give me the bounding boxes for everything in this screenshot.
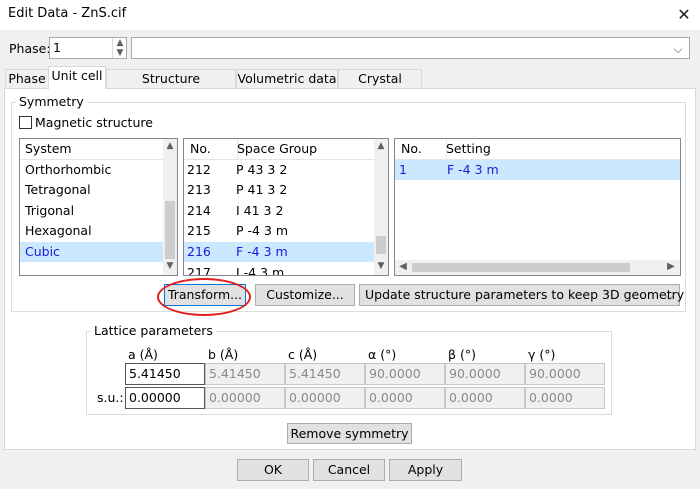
space-group-row[interactable]: 212 P 43 3 2 xyxy=(184,160,374,180)
tab-unit-cell[interactable]: Unit cell xyxy=(48,66,106,89)
su-a-input[interactable]: 0.00000 xyxy=(125,387,205,409)
scroll-left-icon[interactable]: ◀ xyxy=(397,261,409,272)
su-label: s.u.: xyxy=(97,390,124,405)
scroll-right-icon[interactable]: ▶ xyxy=(665,261,677,272)
phase-spinner[interactable]: 1 ▲ ▼ xyxy=(49,37,127,59)
customize-button[interactable]: Customize... xyxy=(255,284,355,306)
space-group-row[interactable]: 214 I 41 3 2 xyxy=(184,201,374,221)
lattice-gamma-field: 90.0000 xyxy=(525,363,605,385)
system-item[interactable]: Hexagonal xyxy=(20,221,168,241)
system-item[interactable]: Orthorhombic xyxy=(20,160,168,180)
spin-up-icon[interactable]: ▲ xyxy=(113,38,127,48)
setting-h-scrollbar[interactable]: ◀ ▶ xyxy=(395,260,680,275)
su-beta-field: 0.0000 xyxy=(445,387,525,409)
lattice-alpha-field: 90.0000 xyxy=(365,363,445,385)
sg-no-header[interactable]: No. xyxy=(184,139,238,160)
chevron-down-icon: ⌵ xyxy=(673,42,683,56)
su-b-field: 0.00000 xyxy=(205,387,285,409)
setting-name-header[interactable]: Setting xyxy=(440,139,680,160)
system-scrollbar[interactable]: ▲ ▼ xyxy=(163,139,177,275)
space-group-scrollbar[interactable]: ▲ ▼ xyxy=(374,139,388,275)
space-group-row[interactable]: 213 P 41 3 2 xyxy=(184,180,374,200)
window-title: Edit Data - ZnS.cif xyxy=(8,6,127,21)
space-group-row-selected[interactable]: 216 F -4 3 m xyxy=(184,242,374,262)
lattice-header-alpha: α (°) xyxy=(368,347,397,362)
scroll-up-icon[interactable]: ▲ xyxy=(374,141,388,151)
system-item[interactable]: Trigonal xyxy=(20,201,168,221)
update-mode-select[interactable]: Update structure parameters to keep 3D g… xyxy=(359,284,684,306)
system-list[interactable]: System Orthorhombic Tetragonal Trigonal … xyxy=(19,138,178,276)
setting-list[interactable]: No. Setting 1F -4 3 m ◀ ▶ xyxy=(394,138,681,276)
su-alpha-field: 0.0000 xyxy=(365,387,445,409)
tab-volumetric-data[interactable]: Volumetric data xyxy=(236,69,338,89)
lattice-b-field: 5.41450 xyxy=(205,363,285,385)
su-gamma-field: 0.0000 xyxy=(525,387,605,409)
scroll-thumb[interactable] xyxy=(412,263,630,272)
lattice-header-c: c (Å) xyxy=(288,347,318,362)
chevron-down-icon: ⌵ xyxy=(664,289,674,303)
space-group-list[interactable]: No. Space Group 212 P 43 3 2 213 P 41 3 2 … xyxy=(183,138,389,276)
setting-row-selected[interactable]: 1F -4 3 m xyxy=(395,160,680,180)
lattice-header-gamma: γ (°) xyxy=(528,347,556,362)
phase-label: Phase: xyxy=(9,41,51,56)
scroll-up-icon[interactable]: ▲ xyxy=(163,141,177,151)
sg-name-header[interactable]: Space Group xyxy=(231,139,381,160)
cancel-button[interactable]: Cancel xyxy=(313,459,385,481)
tab-phase[interactable]: Phase xyxy=(5,69,49,89)
phase-value: 1 xyxy=(53,40,61,55)
system-column-header[interactable]: System xyxy=(20,139,169,160)
lattice-header-beta: β (°) xyxy=(448,347,476,362)
magnetic-structure-label: Magnetic structure xyxy=(35,115,153,130)
lattice-header-b: b (Å) xyxy=(208,347,239,362)
su-c-field: 0.00000 xyxy=(285,387,365,409)
lattice-a-input[interactable]: 5.41450 xyxy=(125,363,205,385)
space-group-row[interactable]: 217 I -4 3 m xyxy=(184,263,374,275)
magnetic-structure-checkbox[interactable] xyxy=(19,116,32,129)
apply-button[interactable]: Apply xyxy=(389,459,462,481)
annotation-circle xyxy=(157,278,251,316)
scroll-down-icon[interactable]: ▼ xyxy=(374,261,388,271)
lattice-group-label: Lattice parameters xyxy=(91,323,216,338)
phase-spin-buttons[interactable]: ▲ ▼ xyxy=(112,38,126,58)
spin-down-icon[interactable]: ▼ xyxy=(113,48,127,58)
system-item-selected[interactable]: Cubic xyxy=(20,242,168,262)
remove-symmetry-button[interactable]: Remove symmetry xyxy=(287,423,412,444)
scroll-thumb[interactable] xyxy=(376,236,386,254)
scroll-down-icon[interactable]: ▼ xyxy=(163,261,177,271)
ok-button[interactable]: OK xyxy=(237,459,309,481)
phase-name-combo[interactable]: ⌵ xyxy=(131,37,690,59)
lattice-beta-field: 90.0000 xyxy=(445,363,525,385)
lattice-c-field: 5.41450 xyxy=(285,363,365,385)
symmetry-group-label: Symmetry xyxy=(16,94,87,109)
space-group-row[interactable]: 215 P -4 3 m xyxy=(184,221,374,241)
close-icon[interactable]: ✕ xyxy=(672,3,696,27)
tab-crystal-shape[interactable]: Crystal shape xyxy=(338,69,422,104)
tab-structure-parameters[interactable]: Structure parameters xyxy=(106,69,236,104)
system-item[interactable]: Tetragonal xyxy=(20,180,168,200)
update-mode-value: Update structure parameters to keep 3D g… xyxy=(365,287,685,302)
scroll-thumb[interactable] xyxy=(165,201,175,259)
lattice-header-a: a (Å) xyxy=(128,347,158,362)
